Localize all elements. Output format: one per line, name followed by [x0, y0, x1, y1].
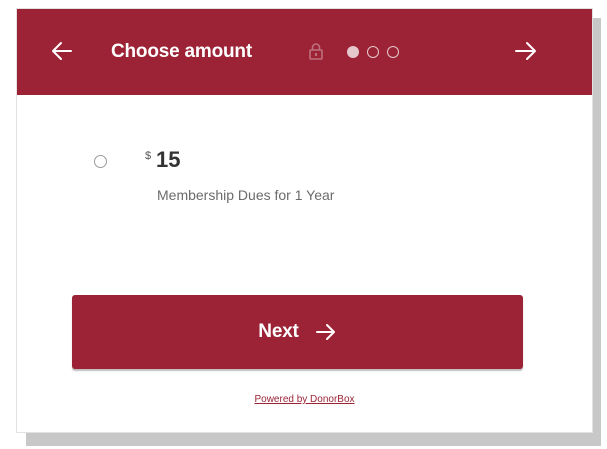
amount-option[interactable]: $ 15 Membership Dues for 1 Year: [91, 147, 511, 207]
amount-description: Membership Dues for 1 Year: [157, 187, 335, 203]
page-title: Choose amount: [111, 41, 252, 62]
arrow-left-icon[interactable]: [51, 40, 73, 62]
lock-icon: [309, 43, 323, 60]
powered-by-link[interactable]: Powered by DonorBox: [17, 394, 592, 405]
step-indicator: [347, 45, 407, 59]
amount-value: 15: [156, 147, 181, 172]
step-dot-2: [367, 46, 379, 58]
currency-symbol: $: [145, 150, 152, 162]
step-dot-3: [387, 46, 399, 58]
next-button[interactable]: Next: [72, 295, 523, 369]
amount-radio[interactable]: [94, 155, 107, 168]
arrow-right-icon[interactable]: [514, 40, 538, 62]
header-bar: Choose amount: [17, 9, 592, 95]
arrow-right-icon: [315, 324, 335, 340]
next-button-label: Next: [258, 321, 299, 342]
step-dot-1: [347, 46, 359, 58]
donation-card: Choose amount $ 15 Membership Dues for 1…: [16, 8, 593, 433]
